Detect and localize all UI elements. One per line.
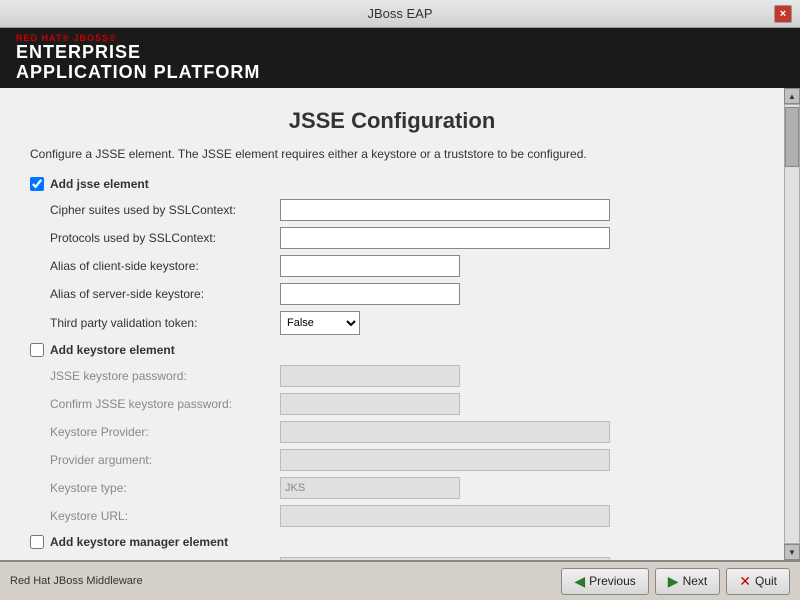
next-label: Next [683, 574, 708, 588]
confirm-jsse-password-row: Confirm JSSE keystore password: [30, 393, 754, 415]
protocols-row: Protocols used by SSLContext: [30, 227, 754, 249]
keystore-section: Add keystore element JSSE keystore passw… [30, 343, 754, 527]
jsse-password-input [280, 365, 460, 387]
client-keystore-alias-row: Alias of client-side keystore: [30, 255, 754, 277]
cipher-suites-row: Cipher suites used by SSLContext: [30, 199, 754, 221]
previous-button[interactable]: ◀ Previous [561, 568, 648, 595]
provider-argument-label: Provider argument: [50, 453, 280, 467]
provider-argument-row: Provider argument: [30, 449, 754, 471]
next-icon: ▶ [668, 573, 679, 590]
keystore-provider-input [280, 421, 610, 443]
bottom-bar: Red Hat JBoss Middleware ◀ Previous ▶ Ne… [0, 560, 800, 600]
quit-button[interactable]: ✕ Quit [726, 568, 790, 595]
add-keystore-label[interactable]: Add keystore element [50, 343, 175, 357]
keystore-provider-label: Keystore Provider: [50, 425, 280, 439]
add-jsse-row: Add jsse element [30, 177, 754, 191]
protocols-input[interactable] [280, 227, 610, 249]
title-bar: JBoss EAP × [0, 0, 800, 28]
previous-label: Previous [589, 574, 636, 588]
server-alias-label: Alias of server-side keystore: [50, 287, 280, 301]
scrollbar: ▲ ▼ [784, 88, 800, 560]
server-keystore-alias-row: Alias of server-side keystore: [30, 283, 754, 305]
keystore-url-input [280, 505, 610, 527]
previous-icon: ◀ [574, 573, 585, 590]
logo: RED HAT® JBOSS® ENTERPRISE APPLICATION P… [16, 33, 260, 83]
scroll-track[interactable] [784, 104, 800, 544]
scroll-down-button[interactable]: ▼ [784, 544, 800, 560]
third-party-row: Third party validation token: False True [30, 311, 754, 335]
nav-buttons: ◀ Previous ▶ Next ✕ Quit [561, 568, 790, 595]
add-jsse-label[interactable]: Add jsse element [50, 177, 149, 191]
add-jsse-checkbox[interactable] [30, 177, 44, 191]
server-alias-input[interactable] [280, 283, 460, 305]
provider-argument-input [280, 449, 610, 471]
add-keystore-row: Add keystore element [30, 343, 754, 357]
cipher-suites-input[interactable] [280, 199, 610, 221]
add-keystore-checkbox[interactable] [30, 343, 44, 357]
jsse-section: Add jsse element Cipher suites used by S… [30, 177, 754, 335]
quit-icon: ✕ [739, 573, 751, 590]
main-container: JSSE Configuration Configure a JSSE elem… [0, 88, 800, 560]
quit-label: Quit [755, 574, 777, 588]
add-keymanager-row: Add keystore manager element [30, 535, 754, 549]
content-panel: JSSE Configuration Configure a JSSE elem… [0, 88, 784, 560]
status-text: Red Hat JBoss Middleware [10, 575, 143, 587]
keystore-type-row: Keystore type: [30, 477, 754, 499]
window-title: JBoss EAP [367, 6, 432, 21]
application-label: APPLICATION PLATFORM [16, 63, 260, 83]
client-alias-label: Alias of client-side keystore: [50, 259, 280, 273]
scroll-up-button[interactable]: ▲ [784, 88, 800, 104]
keymanager-section: Add keystore manager element KeyManagerF… [30, 535, 754, 560]
keystore-type-input [280, 477, 460, 499]
enterprise-label: ENTERPRISE [16, 43, 260, 63]
client-alias-input[interactable] [280, 255, 460, 277]
third-party-label: Third party validation token: [50, 316, 280, 330]
jsse-password-label: JSSE keystore password: [50, 369, 280, 383]
third-party-select[interactable]: False True [280, 311, 360, 335]
close-button[interactable]: × [774, 5, 792, 23]
keystore-type-label: Keystore type: [50, 481, 280, 495]
add-keymanager-checkbox[interactable] [30, 535, 44, 549]
jsse-password-row: JSSE keystore password: [30, 365, 754, 387]
add-keymanager-label[interactable]: Add keystore manager element [50, 535, 228, 549]
confirm-jsse-password-input [280, 393, 460, 415]
header-banner: RED HAT® JBOSS® ENTERPRISE APPLICATION P… [0, 28, 800, 88]
page-title: JSSE Configuration [30, 108, 754, 134]
confirm-jsse-password-label: Confirm JSSE keystore password: [50, 397, 280, 411]
next-button[interactable]: ▶ Next [655, 568, 720, 595]
page-description: Configure a JSSE element. The JSSE eleme… [30, 146, 754, 163]
keystore-provider-row: Keystore Provider: [30, 421, 754, 443]
cipher-suites-label: Cipher suites used by SSLContext: [50, 203, 280, 217]
keystore-url-label: Keystore URL: [50, 509, 280, 523]
protocols-label: Protocols used by SSLContext: [50, 231, 280, 245]
keystore-url-row: Keystore URL: [30, 505, 754, 527]
scroll-thumb[interactable] [785, 107, 799, 167]
